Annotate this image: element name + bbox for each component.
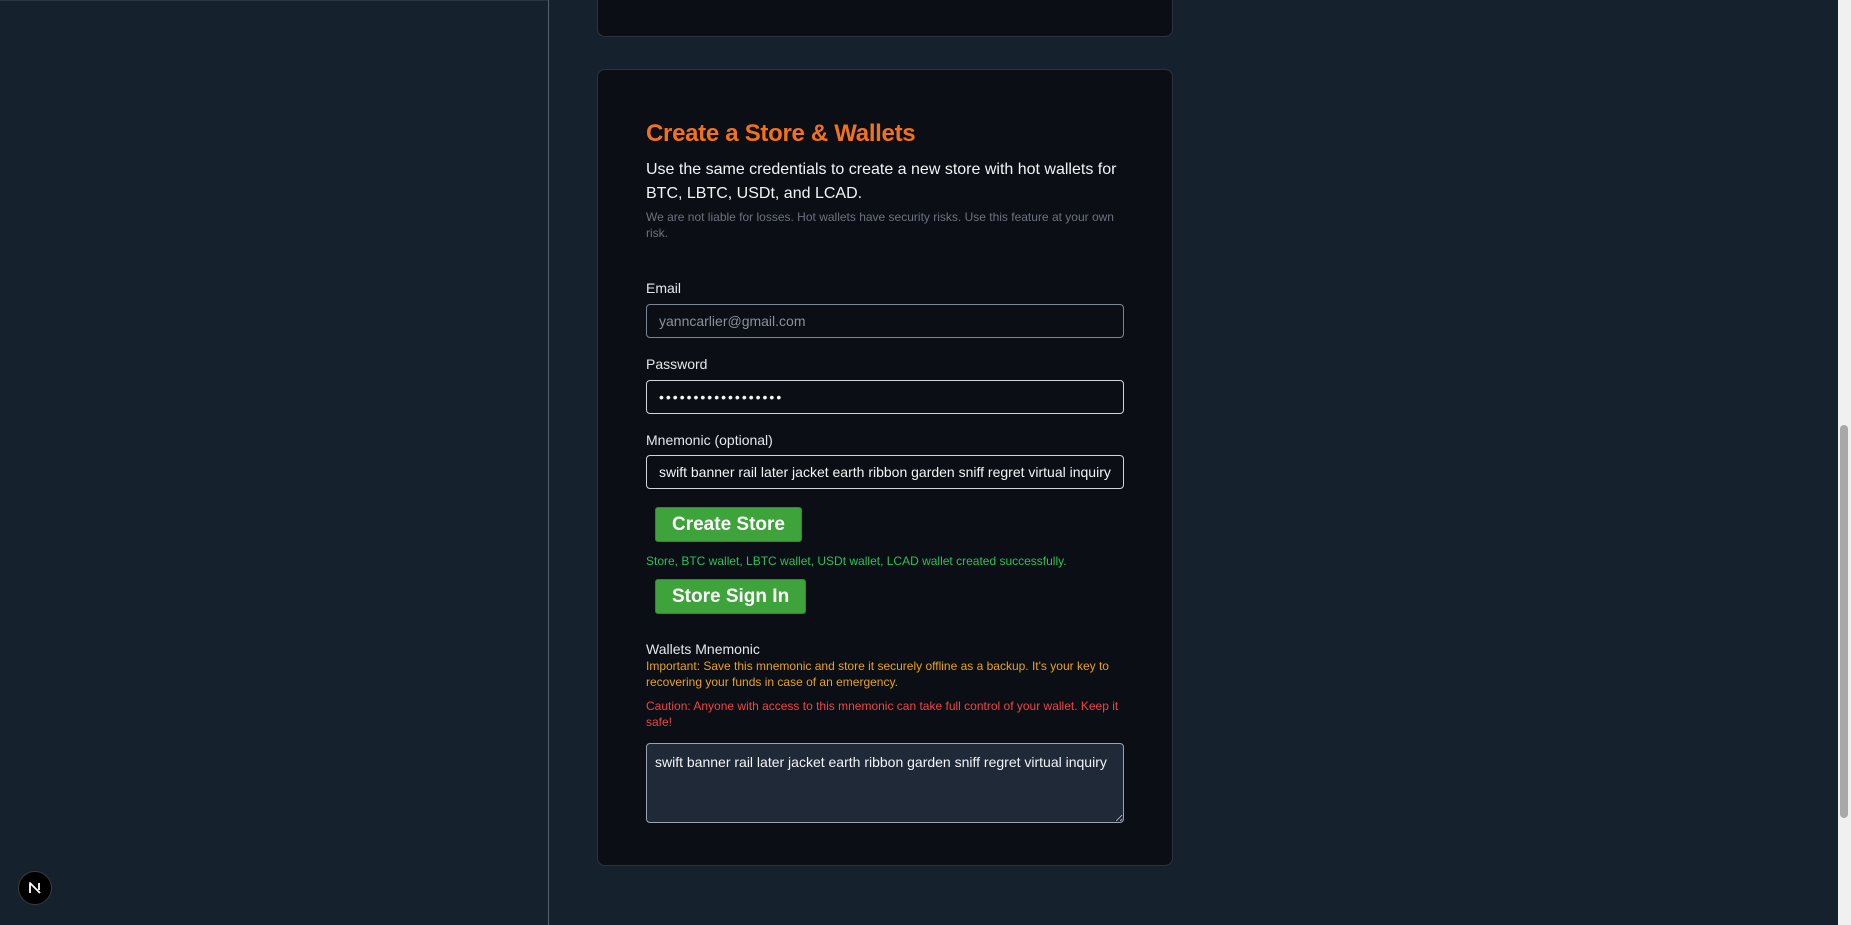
email-label: Email [646,280,682,296]
page: Create a Store & Wallets Use the same cr… [0,0,1851,925]
nextjs-n-glyph [29,882,41,894]
nextjs-logo-icon[interactable] [18,871,52,905]
success-message: Store, BTC wallet, LBTC wallet, USDt wal… [646,554,1067,568]
password-label: Password [646,356,708,372]
scrollbar-thumb[interactable] [1840,425,1848,818]
mnemonic-important-note: Important: Save this mnemonic and store … [646,659,1109,689]
mnemonic-label: Mnemonic (optional) [646,432,773,448]
mnemonic-field[interactable] [646,455,1124,489]
email-field[interactable] [646,304,1124,338]
wallets-mnemonic-label: Wallets Mnemonic [646,641,760,657]
card-disclaimer: We are not liable for losses. Hot wallet… [646,210,1114,240]
password-field[interactable] [646,380,1124,414]
card-title: Create a Store & Wallets [646,120,916,147]
previous-card [597,0,1173,37]
card-description: Use the same credentials to create a new… [646,161,1117,202]
store-sign-in-button[interactable]: Store Sign In [655,579,807,614]
create-store-button[interactable]: Create Store [655,507,802,542]
mnemonic-caution-note: Caution: Anyone with access to this mnem… [646,699,1119,729]
vertical-scrollbar[interactable] [1838,0,1851,925]
wallets-mnemonic-textarea[interactable]: swift banner rail later jacket earth rib… [646,743,1124,823]
create-store-card: Create a Store & Wallets Use the same cr… [597,69,1173,866]
